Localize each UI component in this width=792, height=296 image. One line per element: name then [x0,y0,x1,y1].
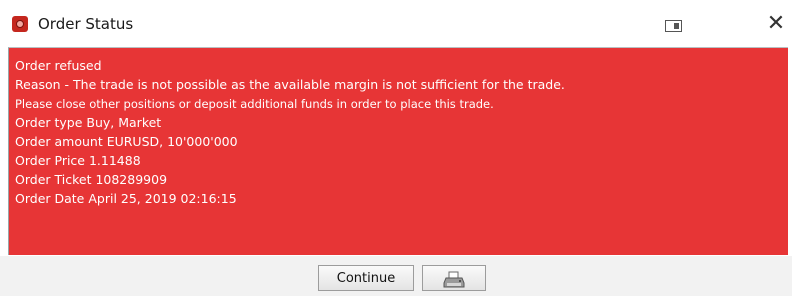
close-icon[interactable]: ✕ [764,12,788,36]
message-line-order-price: Order Price 1.11488 [15,153,141,168]
dialog-title: Order Status [38,15,134,33]
printer-icon [443,271,465,287]
title-bar: Order Status ✕ [0,0,792,46]
message-line-order-ticket: Order Ticket 108289909 [15,172,168,187]
continue-button[interactable]: Continue [318,265,414,291]
order-message-panel: Order refused Reason - The trade is not … [8,47,788,255]
message-line-status: Order refused [15,58,102,73]
message-line-order-date: Order Date April 25, 2019 02:16:15 [15,191,237,206]
message-line-order-type: Order type Buy, Market [15,115,162,130]
dock-window-icon[interactable] [665,20,682,32]
app-logo-icon [12,16,28,32]
order-status-dialog: Order Status ✕ Order refused Reason - Th… [0,0,792,296]
message-line-reason: Reason - The trade is not possible as th… [15,77,565,92]
print-button[interactable] [422,265,486,291]
message-line-advice: Please close other positions or deposit … [15,97,494,111]
message-line-order-amount: Order amount EURUSD, 10'000'000 [15,134,238,149]
